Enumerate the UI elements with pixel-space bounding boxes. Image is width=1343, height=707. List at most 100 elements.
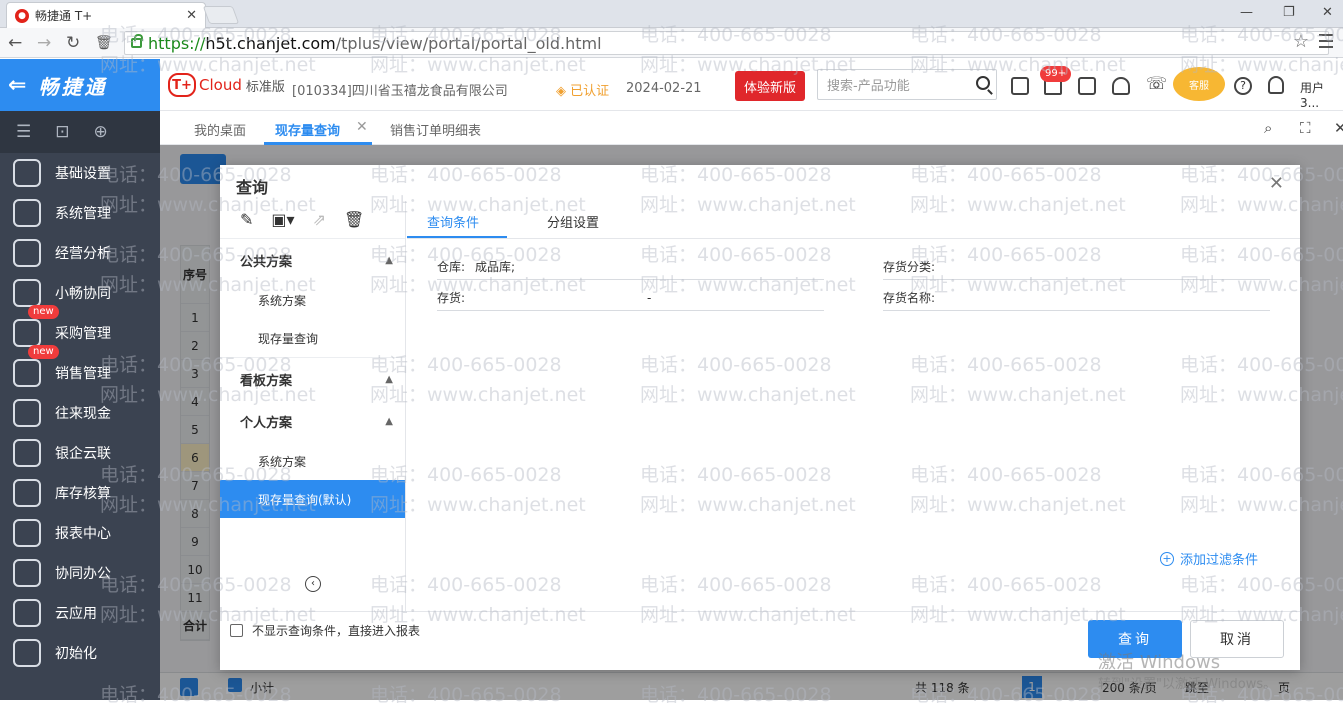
close-tab-icon[interactable]: ✕ bbox=[186, 8, 197, 23]
close-window-icon[interactable]: ✕ bbox=[1322, 5, 1333, 20]
chevron-up-icon[interactable]: ▲ bbox=[385, 374, 393, 385]
company-name[interactable]: [010334]四川省玉禧龙食品有限公司 bbox=[292, 80, 508, 99]
sidebar-item[interactable]: 初始化 bbox=[0, 633, 160, 673]
inventory-name-field[interactable]: 存货名称: bbox=[883, 287, 1270, 311]
scheme-group-personal[interactable]: 个人方案 ▲ bbox=[220, 400, 405, 442]
brand-name: 畅捷通 bbox=[38, 74, 108, 99]
save-icon[interactable]: ▣▾ bbox=[271, 210, 294, 229]
search-menu-icon[interactable]: ⊡ bbox=[55, 122, 69, 142]
scheme-group-public[interactable]: 公共方案 ▲ bbox=[220, 239, 405, 281]
browser-tab-bar: ● 畅捷通 T+ ✕ — ❐ ✕ bbox=[0, 0, 1343, 28]
bell-icon[interactable] bbox=[1112, 77, 1130, 95]
tab-query-conditions[interactable]: 查询条件 bbox=[427, 212, 479, 231]
browser-tab-title: 畅捷通 T+ bbox=[35, 9, 93, 23]
back-icon[interactable]: ← bbox=[8, 33, 22, 53]
calculator-icon[interactable] bbox=[1011, 77, 1029, 95]
windows-activation-notice: 激活 Windows bbox=[1098, 652, 1221, 673]
scheme-item-public-stock[interactable]: 现存量查询 bbox=[220, 319, 405, 357]
url-path: /tplus/view/portal/portal_old.html bbox=[335, 33, 602, 53]
cloud-icon bbox=[13, 599, 41, 627]
scheme-item-personal-system[interactable]: 系统方案 bbox=[220, 442, 405, 480]
sync-icon bbox=[13, 559, 41, 587]
reload-icon[interactable]: ↻ bbox=[66, 33, 80, 53]
bookmark-star-icon[interactable]: ☆ bbox=[1293, 31, 1309, 52]
sidebar-item[interactable]: 往来现金 bbox=[0, 393, 160, 433]
inventory-range-separator: - bbox=[647, 291, 652, 305]
collapse-panel-icon[interactable]: ‹ bbox=[305, 576, 321, 592]
sidebar-item-label: 云应用 bbox=[55, 606, 97, 622]
skip-conditions-checkbox[interactable] bbox=[230, 624, 243, 637]
scheme-group-label: 公共方案 bbox=[240, 254, 293, 270]
browser-menu-icon[interactable] bbox=[1319, 34, 1333, 48]
scheme-group-board[interactable]: 看板方案 ▲ bbox=[220, 358, 405, 400]
warehouse-field[interactable]: 仓库: 成品库; bbox=[437, 256, 824, 280]
forward-icon[interactable]: → bbox=[37, 33, 51, 53]
sidebar-item[interactable]: 银企云联 bbox=[0, 433, 160, 473]
delete-icon[interactable]: 🗑 bbox=[344, 210, 364, 229]
scheme-item-personal-stock-default[interactable]: 现存量查询(默认) bbox=[220, 480, 405, 518]
tab-my-desktop[interactable]: 我的桌面 bbox=[194, 120, 246, 139]
add-favorite-icon[interactable]: ⊕ bbox=[94, 122, 108, 142]
sidebar-item[interactable]: 协同办公 bbox=[0, 553, 160, 593]
url-input[interactable]: https://h5t.chanjet.com/tplus/view/porta… bbox=[124, 31, 1329, 55]
new-tab-button[interactable] bbox=[202, 6, 240, 24]
login-date: 2024-02-21 bbox=[626, 81, 702, 96]
user-icon[interactable] bbox=[1268, 76, 1284, 94]
collapse-arrow-icon[interactable]: ⇐ bbox=[8, 73, 26, 98]
menu-icon[interactable]: ☰ bbox=[16, 122, 31, 142]
exchange-icon bbox=[13, 399, 41, 427]
sidebar-item[interactable]: 经营分析 bbox=[0, 233, 160, 273]
tab-sales-order-detail[interactable]: 销售订单明细表 bbox=[390, 120, 481, 139]
trash-icon[interactable]: 🗑 bbox=[95, 35, 113, 51]
message-icon[interactable] bbox=[1078, 77, 1096, 95]
scheme-item-public-system[interactable]: 系统方案 bbox=[220, 281, 405, 319]
help-icon[interactable]: ? bbox=[1234, 77, 1252, 95]
gear-icon bbox=[13, 159, 41, 187]
sidebar-item-label: 基础设置 bbox=[55, 166, 111, 182]
grid-icon bbox=[13, 439, 41, 467]
tab-stock-query[interactable]: 现存量查询 bbox=[275, 120, 340, 139]
customer-service-mascot[interactable]: 客服 bbox=[1173, 67, 1225, 101]
search-input[interactable]: 搜索-产品功能 bbox=[817, 69, 997, 100]
sidebar-item-label: 往来现金 bbox=[55, 406, 111, 422]
restore-icon[interactable]: ❐ bbox=[1283, 5, 1295, 20]
sidebar-item[interactable]: 云应用 bbox=[0, 593, 160, 633]
notification-badge: 99+ bbox=[1040, 66, 1072, 82]
category-label: 存货分类: bbox=[883, 260, 936, 274]
tab-group-settings[interactable]: 分组设置 bbox=[547, 212, 599, 231]
search-icon[interactable] bbox=[976, 76, 990, 90]
close-all-icon[interactable]: ✕ bbox=[1334, 119, 1343, 137]
edit-icon[interactable]: ✎ bbox=[240, 210, 253, 229]
inventory-category-field[interactable]: 存货分类: bbox=[883, 256, 1270, 280]
add-filter-button[interactable]: + 添加过滤条件 bbox=[1160, 549, 1258, 568]
export-icon[interactable]: ⇗ bbox=[313, 210, 326, 229]
chevron-up-icon[interactable]: ▲ bbox=[385, 416, 393, 427]
query-dialog: 查询 ✕ ✎ ▣▾ ⇗ 🗑 公共方案 ▲ 系统方案 现存量查询 看板方案 ▲ 个… bbox=[220, 165, 1300, 670]
sidebar-item-label: 初始化 bbox=[55, 646, 97, 662]
warehouse-label: 仓库: bbox=[437, 260, 466, 274]
close-dialog-icon[interactable]: ✕ bbox=[1269, 173, 1284, 194]
trial-new-version-button[interactable]: 体验新版 bbox=[735, 71, 805, 101]
sidebar-item[interactable]: 小畅协同 bbox=[0, 273, 160, 313]
fullscreen-icon[interactable]: ⛶ bbox=[1300, 119, 1311, 137]
minimize-icon[interactable]: — bbox=[1240, 5, 1253, 20]
browser-tab[interactable]: ● 畅捷通 T+ ✕ bbox=[6, 2, 206, 28]
sidebar-item[interactable]: 系统管理 bbox=[0, 193, 160, 233]
sidebar-item[interactable]: new 销售管理 bbox=[0, 345, 160, 393]
sidebar-item[interactable]: 库存核算 bbox=[0, 473, 160, 513]
skip-conditions-label: 不显示查询条件，直接进入报表 bbox=[252, 624, 421, 638]
bar-chart-icon bbox=[13, 359, 41, 387]
inventory-range-field[interactable]: 存货: - bbox=[437, 287, 824, 311]
chevron-up-icon[interactable]: ▲ bbox=[385, 255, 393, 266]
close-tab-icon[interactable]: ✕ bbox=[356, 119, 368, 135]
sidebar-item[interactable]: 报表中心 bbox=[0, 513, 160, 553]
edition-label: 标准版 bbox=[245, 79, 285, 95]
dialog-tabs: 查询条件 分组设置 bbox=[407, 201, 1300, 239]
user-name[interactable]: 用户3... bbox=[1300, 79, 1343, 110]
sidebar-item[interactable]: 基础设置 bbox=[0, 153, 160, 193]
cart-icon bbox=[13, 319, 41, 347]
search-tab-icon[interactable]: ⌕ bbox=[1264, 119, 1272, 137]
sidebar-item[interactable]: new 采购管理 bbox=[0, 305, 160, 353]
certified-label: 已认证 bbox=[570, 84, 610, 99]
phone-icon[interactable]: ☏ bbox=[1146, 74, 1167, 94]
